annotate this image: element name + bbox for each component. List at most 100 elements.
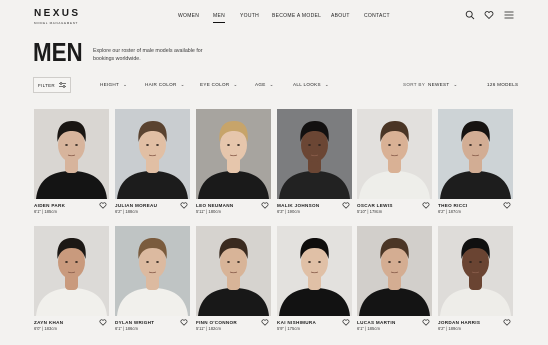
model-card[interactable]: JULIAN MOREAU 6'2" | 188cm (115, 109, 190, 214)
model-portrait-image (115, 226, 190, 316)
model-info: THEO RICCI 6'2" | 187cm (438, 202, 513, 214)
page-description: Explore our roster of male models availa… (93, 48, 203, 62)
favorite-heart-icon[interactable] (180, 319, 188, 326)
age-dropdown[interactable]: AGE ⌄ (255, 82, 274, 88)
model-name[interactable]: FINN O'CONNOR (196, 320, 271, 325)
chevron-down-icon: ⌄ (123, 82, 128, 87)
model-name[interactable]: MALIK JOHNSON (277, 203, 352, 208)
model-card[interactable]: KAI NISHIMURA 5'9" | 175cm (277, 226, 352, 331)
model-name[interactable]: THEO RICCI (438, 203, 513, 208)
model-portrait-image (277, 226, 352, 316)
height-dropdown[interactable]: HEIGHT ⌄ (100, 82, 127, 88)
model-height: 6'2" | 188cm (115, 209, 138, 214)
nav-item-women[interactable]: WOMEN (178, 13, 199, 19)
model-height: 6'1" | 185cm (34, 209, 57, 214)
model-photo[interactable] (438, 109, 513, 199)
all-looks-dropdown-label: ALL LOOKS (293, 82, 321, 87)
favorite-heart-icon[interactable] (342, 202, 350, 209)
model-photo[interactable] (277, 109, 352, 199)
favorite-heart-icon[interactable] (503, 319, 511, 326)
model-photo[interactable] (34, 109, 109, 199)
model-photo[interactable] (277, 226, 352, 316)
model-info: JULIAN MOREAU 6'2" | 188cm (115, 202, 190, 214)
model-card[interactable]: THEO RICCI 6'2" | 187cm (438, 109, 513, 214)
model-info: FINN O'CONNOR 5'11" | 182cm (196, 319, 271, 331)
sort-dropdown-value: NEWEST (428, 82, 450, 87)
chevron-down-icon: ⌄ (180, 82, 185, 87)
model-card[interactable]: LUCAS MARTIN 6'1" | 185cm (357, 226, 432, 331)
height-dropdown-label: HEIGHT (100, 82, 120, 87)
model-photo[interactable] (115, 226, 190, 316)
site-header: NEXUS MODEL MANAGEMENT WOMEN MEN YOUTH B… (0, 0, 548, 32)
hair-color-dropdown-label: HAIR COLOR (145, 82, 177, 87)
menu-icon[interactable] (504, 10, 514, 20)
model-card[interactable]: AIDEN PARK 6'1" | 185cm (34, 109, 109, 214)
model-card[interactable]: ZAYN KHAN 6'0" | 183cm (34, 226, 109, 331)
model-height: 5'11" | 182cm (196, 326, 221, 331)
model-name[interactable]: DYLAN WRIGHT (115, 320, 190, 325)
model-name[interactable]: JORDAN HARRIS (438, 320, 513, 325)
nav-item-contact[interactable]: CONTACT (364, 13, 390, 19)
model-photo[interactable] (196, 226, 271, 316)
favorite-heart-icon[interactable] (99, 202, 107, 209)
model-card[interactable]: DYLAN WRIGHT 6'1" | 186cm (115, 226, 190, 331)
nav-item-become-a-model[interactable]: BECOME A MODEL (272, 13, 321, 19)
model-card[interactable]: FINN O'CONNOR 5'11" | 182cm (196, 226, 271, 331)
model-photo[interactable] (34, 226, 109, 316)
filter-button[interactable]: FILTER (33, 77, 71, 93)
model-name[interactable]: JULIAN MOREAU (115, 203, 190, 208)
model-info: LEO NEUMANN 5'11" | 180cm (196, 202, 271, 214)
eye-color-dropdown[interactable]: EYE COLOR ⌄ (200, 82, 238, 88)
favorite-heart-icon[interactable] (422, 319, 430, 326)
model-height: 6'0" | 183cm (34, 326, 57, 331)
model-card[interactable]: MALIK JOHNSON 6'3" | 190cm (277, 109, 352, 214)
model-photo[interactable] (115, 109, 190, 199)
heart-icon[interactable] (484, 10, 494, 20)
model-name[interactable]: LEO NEUMANN (196, 203, 271, 208)
favorite-heart-icon[interactable] (261, 319, 269, 326)
model-card[interactable]: JORDAN HARRIS 6'2" | 189cm (438, 226, 513, 331)
model-name[interactable]: AIDEN PARK (34, 203, 109, 208)
model-name[interactable]: KAI NISHIMURA (277, 320, 352, 325)
sliders-icon (58, 82, 66, 88)
sort-dropdown[interactable]: NEWEST ⌄ (428, 82, 458, 88)
nav-item-about[interactable]: ABOUT (331, 13, 350, 19)
model-photo[interactable] (357, 226, 432, 316)
model-portrait-image (277, 109, 352, 199)
favorite-heart-icon[interactable] (180, 202, 188, 209)
model-name[interactable]: LUCAS MARTIN (357, 320, 432, 325)
model-height: 6'2" | 189cm (438, 326, 461, 331)
search-icon[interactable] (465, 10, 475, 20)
favorite-heart-icon[interactable] (99, 319, 107, 326)
age-dropdown-label: AGE (255, 82, 266, 87)
model-height: 5'10" | 178cm (357, 209, 383, 214)
model-name[interactable]: ZAYN KHAN (34, 320, 109, 325)
model-card[interactable]: OSCAR LEWIS 5'10" | 178cm (357, 109, 432, 214)
model-height: 6'1" | 186cm (115, 326, 138, 331)
all-looks-dropdown[interactable]: ALL LOOKS ⌄ (293, 82, 329, 88)
model-portrait-image (34, 109, 109, 199)
favorite-heart-icon[interactable] (422, 202, 430, 209)
hair-color-dropdown[interactable]: HAIR COLOR ⌄ (145, 82, 185, 88)
sort-label: SORT BY (403, 82, 426, 87)
nav-item-men[interactable]: MEN (213, 13, 226, 23)
nav-item-youth[interactable]: YOUTH (240, 13, 259, 19)
model-height: 6'1" | 185cm (357, 326, 380, 331)
favorite-heart-icon[interactable] (342, 319, 350, 326)
model-info: MALIK JOHNSON 6'3" | 190cm (277, 202, 352, 214)
model-name[interactable]: OSCAR LEWIS (357, 203, 432, 208)
model-portrait-image (438, 109, 513, 199)
model-portrait-image (196, 109, 271, 199)
model-height: 5'11" | 180cm (196, 209, 221, 214)
model-photo[interactable] (196, 109, 271, 199)
favorite-heart-icon[interactable] (503, 202, 511, 209)
model-portrait-image (115, 109, 190, 199)
model-info: AIDEN PARK 6'1" | 185cm (34, 202, 109, 214)
favorite-heart-icon[interactable] (261, 202, 269, 209)
model-info: ZAYN KHAN 6'0" | 183cm (34, 319, 109, 331)
model-photo[interactable] (357, 109, 432, 199)
model-portrait-image (34, 226, 109, 316)
model-photo[interactable] (438, 226, 513, 316)
model-card[interactable]: LEO NEUMANN 5'11" | 180cm (196, 109, 271, 214)
chevron-down-icon: ⌄ (324, 82, 329, 87)
